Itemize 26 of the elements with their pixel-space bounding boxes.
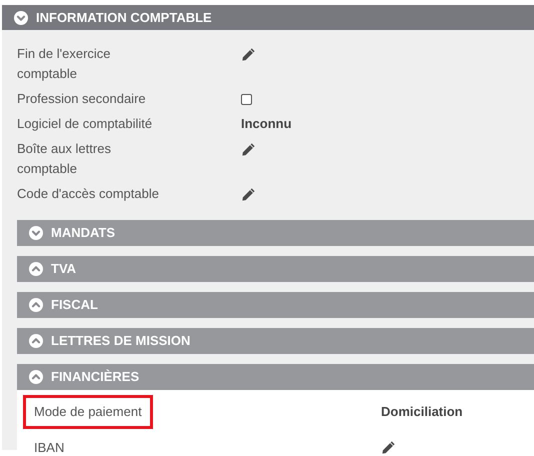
subsection-header[interactable]: FINANCIÈRES	[17, 364, 534, 390]
subsection-title: FISCAL	[51, 296, 98, 314]
field-label: Fin de l'exercice comptable	[17, 45, 112, 83]
field-value: Inconnu	[241, 115, 292, 134]
subsection-title: TVA	[51, 260, 76, 278]
field-label: Profession secondaire	[17, 90, 147, 108]
subsection-title: MANDATS	[51, 224, 116, 242]
field-label: Mode de paiement	[23, 395, 153, 428]
pencil-icon[interactable]	[381, 440, 396, 455]
section-header[interactable]: INFORMATION COMPTABLE	[2, 5, 534, 30]
pencil-icon[interactable]	[241, 142, 256, 156]
subsection-title: FINANCIÈRES	[51, 368, 140, 386]
subsection-header[interactable]: TVA	[17, 256, 534, 282]
checkbox[interactable]	[241, 94, 252, 104]
field-label: IBAN	[33, 438, 66, 456]
subsection-title: LETTRES DE MISSION	[51, 332, 190, 350]
field-label: Boîte aux lettres comptable	[17, 140, 112, 178]
subsection-header[interactable]: FISCAL	[17, 292, 534, 318]
pencil-icon[interactable]	[241, 186, 256, 202]
field-label: Logiciel de comptabilité	[17, 115, 154, 133]
field-label: Code d'accès comptable	[17, 185, 160, 203]
pencil-icon[interactable]	[241, 46, 256, 62]
subsection-header[interactable]: MANDATS	[17, 220, 534, 246]
section-title: INFORMATION COMPTABLE	[36, 8, 212, 27]
subsection-header[interactable]: LETTRES DE MISSION	[17, 328, 534, 354]
field-value: Domiciliation	[381, 403, 463, 421]
